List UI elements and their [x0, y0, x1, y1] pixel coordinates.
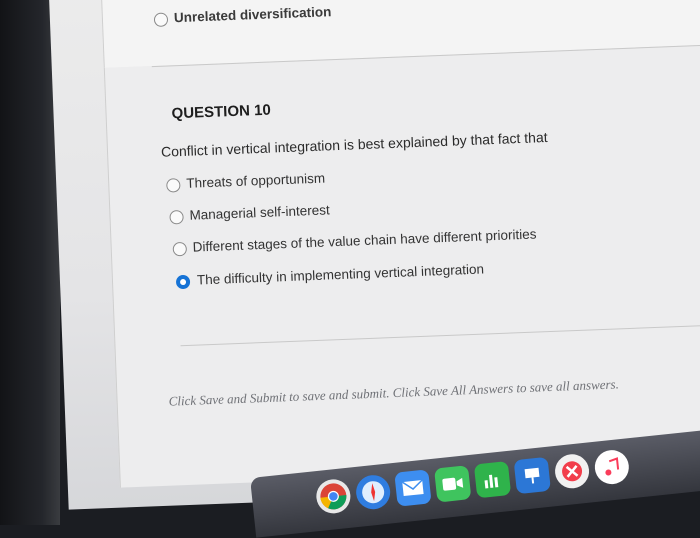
safari-icon[interactable]	[354, 473, 392, 511]
facetime-icon[interactable]	[434, 465, 472, 503]
music-icon[interactable]	[593, 448, 631, 486]
mail-icon[interactable]	[394, 469, 432, 507]
browser-screen: Unrelated diversification QUESTION 10 Co…	[48, 0, 700, 510]
news-icon[interactable]	[553, 452, 591, 490]
numbers-icon[interactable]	[473, 460, 512, 499]
keynote-icon[interactable]	[513, 456, 551, 495]
monitor-bezel	[0, 0, 60, 525]
chrome-icon[interactable]	[314, 477, 353, 516]
